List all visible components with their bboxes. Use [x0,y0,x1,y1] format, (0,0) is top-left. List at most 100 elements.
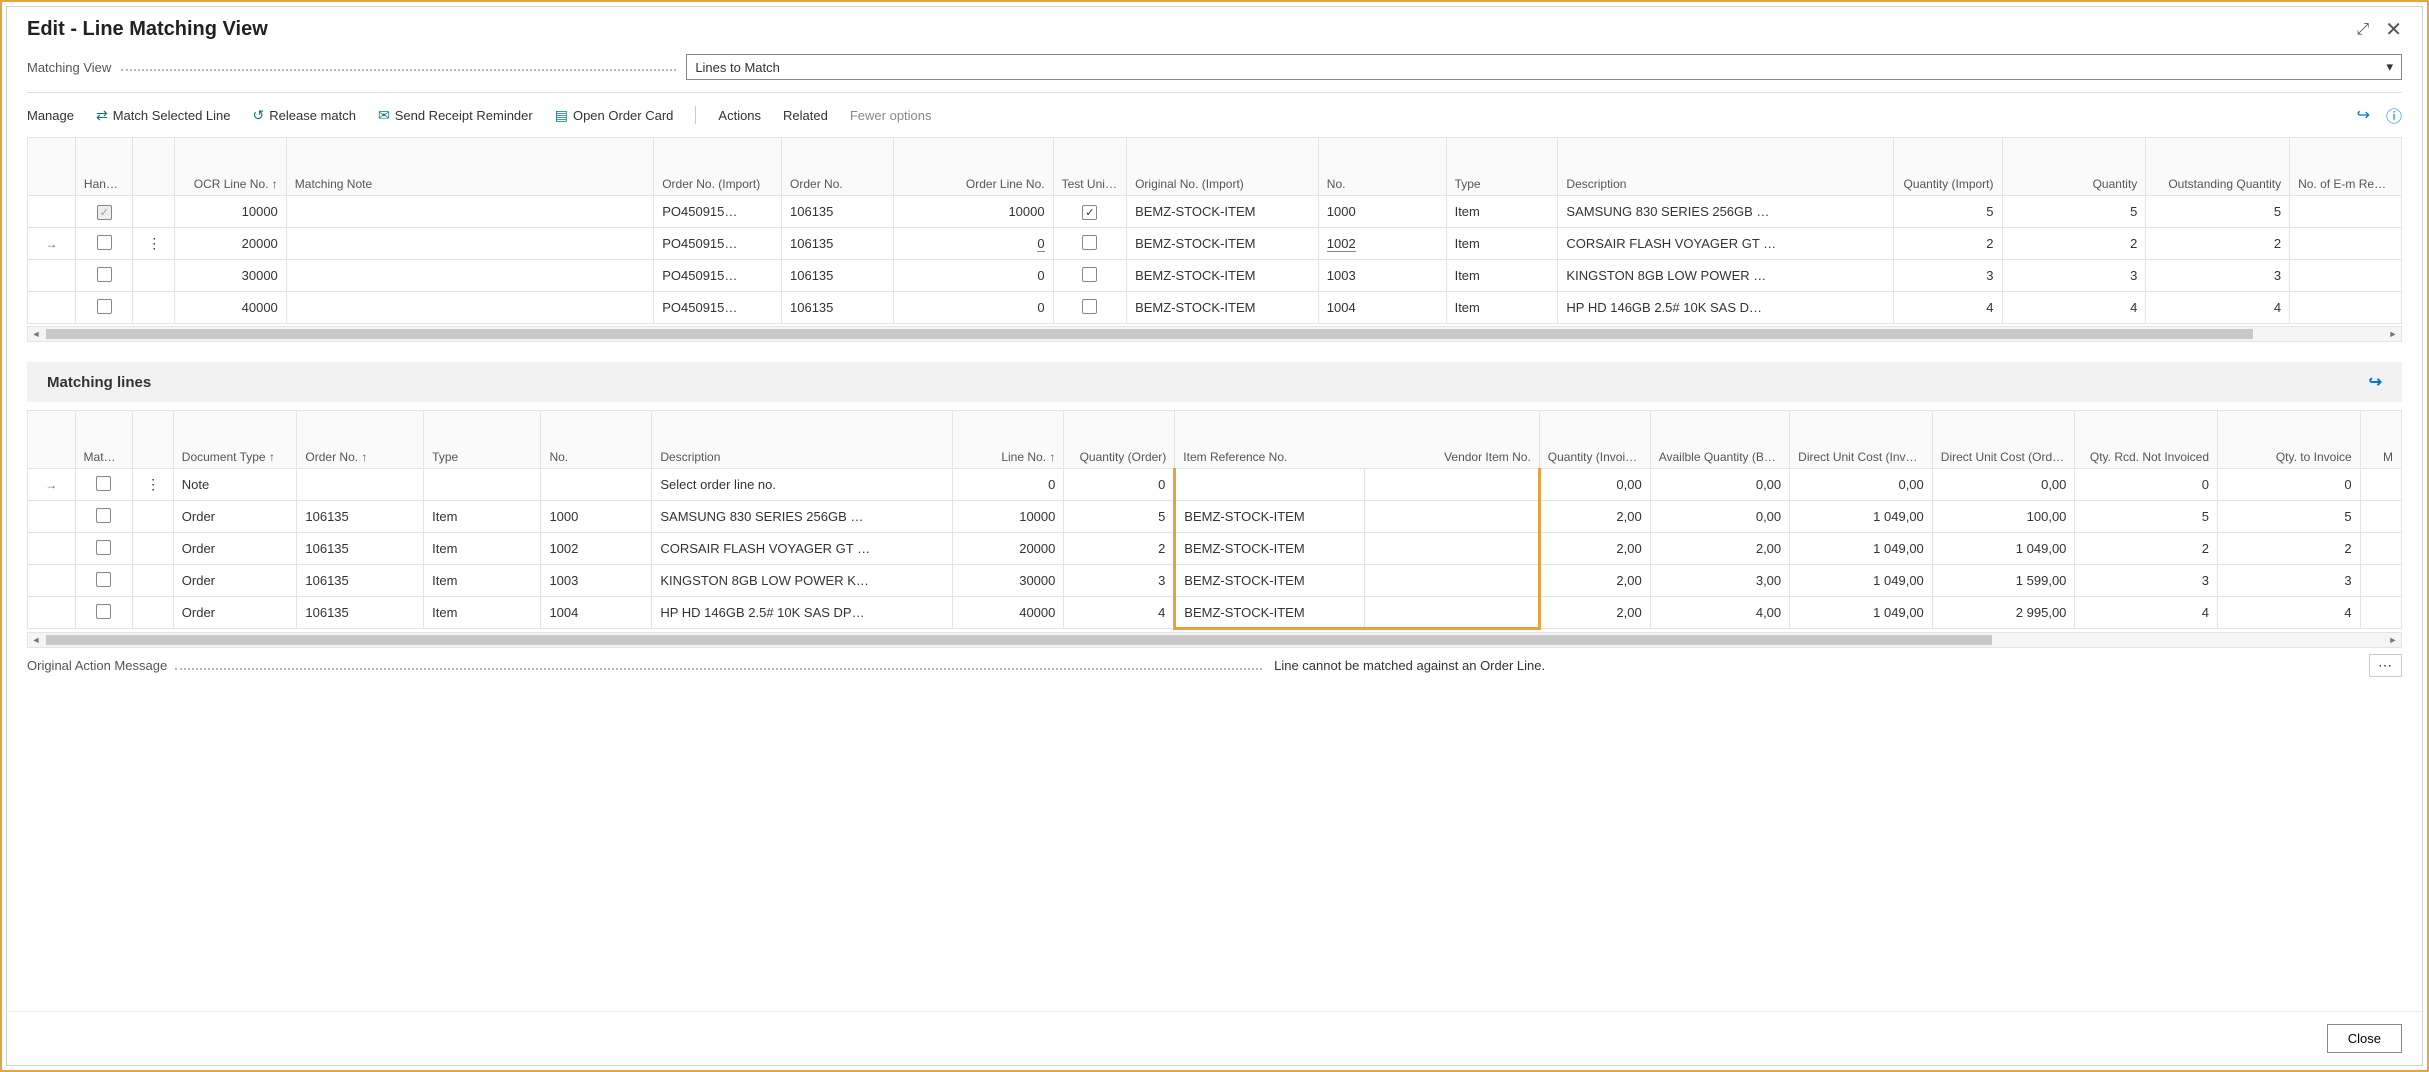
cell-type[interactable]: Item [1446,228,1558,260]
cell-duc-invoice[interactable]: 1 049,00 [1790,597,1933,629]
cell-order-line-no[interactable]: 0 [893,260,1053,292]
cell-type[interactable]: Item [1446,196,1558,228]
cell-description[interactable]: CORSAIR FLASH VOYAGER GT … [1558,228,1893,260]
col2-type[interactable]: Type [424,411,541,469]
cell-order-no-import[interactable]: PO450915… [654,196,782,228]
cell-no[interactable]: 1003 [541,565,652,597]
checkbox-icon[interactable] [1082,267,1097,282]
cell-avail-qty[interactable]: 3,00 [1650,565,1789,597]
col-order-no-import[interactable]: Order No. (Import) [654,138,782,196]
table-row[interactable]: →⋮NoteSelect order line no.000,000,000,0… [28,469,2402,501]
cell-original-no[interactable]: BEMZ-STOCK-ITEM [1127,260,1319,292]
cell-description[interactable]: SAMSUNG 830 SERIES 256GB … [1558,196,1893,228]
checkbox-icon[interactable] [1082,235,1097,250]
cell-no[interactable]: 1000 [1318,196,1446,228]
cell-duc-invoice[interactable]: 0,00 [1790,469,1933,501]
cell-duc-invoice[interactable]: 1 049,00 [1790,565,1933,597]
close-button[interactable]: Close [2327,1024,2402,1053]
cell-qty-rcd[interactable]: 3 [2075,565,2218,597]
cell-order-no-import[interactable]: PO450915… [654,292,782,324]
cell-qty-invoice[interactable]: 2,00 [1539,533,1650,565]
cell-line-no[interactable]: 20000 [953,533,1064,565]
cell-doc-type[interactable]: Note [173,469,297,501]
cell-qty-to-inv[interactable]: 0 [2218,469,2361,501]
cell-outstanding[interactable]: 5 [2146,196,2290,228]
cell-match-line[interactable] [75,469,132,501]
col2-extra[interactable]: M [2360,411,2401,469]
row-menu-button[interactable]: ⋮ [132,469,173,501]
table-row[interactable]: 10000PO450915…10613510000BEMZ-STOCK-ITEM… [28,196,2402,228]
cell-qty-rcd[interactable]: 5 [2075,501,2218,533]
scroll-left-icon[interactable]: ◄ [28,327,44,341]
cell-type[interactable]: Item [424,501,541,533]
cell-qty-to-inv[interactable]: 3 [2218,565,2361,597]
cell-duc-invoice[interactable]: 1 049,00 [1790,533,1933,565]
matching-lines-grid[interactable]: Mat… Line Document Type ↑ Order No. ↑ Ty… [27,410,2402,630]
cell-outstanding[interactable]: 3 [2146,260,2290,292]
cell-reminders[interactable] [2290,196,2402,228]
cell-test-unit-costs[interactable] [1053,196,1126,228]
cell-qty-order[interactable]: 4 [1064,597,1175,629]
cell-qty-rcd[interactable]: 0 [2075,469,2218,501]
cell-no[interactable]: 1004 [541,597,652,629]
col2-match-line[interactable]: Mat… Line [75,411,132,469]
scroll-thumb[interactable] [46,329,2253,339]
cell-order-no[interactable]: 106135 [297,533,424,565]
cell-order-no[interactable] [297,469,424,501]
scroll-right-icon[interactable]: ► [2385,633,2401,647]
cell-matching-note[interactable] [286,292,653,324]
table-row[interactable]: →⋮20000PO450915…1061350BEMZ-STOCK-ITEM10… [28,228,2402,260]
cell-test-unit-costs[interactable] [1053,292,1126,324]
fewer-options-button[interactable]: Fewer options [850,108,932,123]
cell-doc-type[interactable]: Order [173,533,297,565]
cell-no[interactable]: 1004 [1318,292,1446,324]
release-match-button[interactable]: ↺ Release match [253,107,356,124]
col2-doc-type[interactable]: Document Type ↑ [173,411,297,469]
cell-extra[interactable] [2360,501,2401,533]
cell-item-ref[interactable]: BEMZ-STOCK-ITEM [1175,501,1365,533]
col-type[interactable]: Type [1446,138,1558,196]
cell-match-line[interactable] [75,565,132,597]
checkbox-icon[interactable] [1082,205,1097,220]
checkbox-icon[interactable] [97,267,112,282]
cell-extra[interactable] [2360,565,2401,597]
cell-outstanding[interactable]: 2 [2146,228,2290,260]
cell-matching-note[interactable] [286,228,653,260]
cell-avail-qty[interactable]: 0,00 [1650,469,1789,501]
cell-test-unit-costs[interactable] [1053,260,1126,292]
close-icon[interactable]: ✕ [2385,17,2402,42]
checkbox-icon[interactable] [96,572,111,587]
cell-qty-rcd[interactable]: 2 [2075,533,2218,565]
checkbox-icon[interactable] [1082,299,1097,314]
col-outstanding[interactable]: Outstanding Quantity [2146,138,2290,196]
cell-doc-type[interactable]: Order [173,565,297,597]
cell-item-ref[interactable] [1175,469,1365,501]
col-qty-import[interactable]: Quantity (Import) [1893,138,2002,196]
cell-avail-qty[interactable]: 4,00 [1650,597,1789,629]
col2-description[interactable]: Description [652,411,953,469]
cell-original-no[interactable]: BEMZ-STOCK-ITEM [1127,292,1319,324]
cell-qty-invoice[interactable]: 0,00 [1539,469,1650,501]
col-ocr-line[interactable]: OCR Line No. ↑ [174,138,286,196]
cell-duc-order[interactable]: 1 599,00 [1932,565,2075,597]
col-description[interactable]: Description [1558,138,1893,196]
cell-duc-order[interactable]: 2 995,00 [1932,597,2075,629]
cell-no[interactable]: 1002 [1318,228,1446,260]
cell-qty-order[interactable]: 0 [1064,469,1175,501]
cell-qty[interactable]: 4 [2002,292,2146,324]
cell-line-no[interactable]: 0 [953,469,1064,501]
cell-item-ref[interactable]: BEMZ-STOCK-ITEM [1175,533,1365,565]
table-row[interactable]: Order106135Item1003KINGSTON 8GB LOW POWE… [28,565,2402,597]
col2-qty-invoice[interactable]: Quantity (Invoice) [1539,411,1650,469]
cell-qty-import[interactable]: 3 [1893,260,2002,292]
col2-duc-order[interactable]: Direct Unit Cost (Order) [1932,411,2075,469]
cell-qty-to-inv[interactable]: 4 [2218,597,2361,629]
cell-type[interactable]: Item [424,565,541,597]
share-icon[interactable]: ↪ [2369,372,2382,392]
cell-type[interactable] [424,469,541,501]
open-order-card-button[interactable]: ▤ Open Order Card [555,107,674,124]
cell-type[interactable]: Item [424,533,541,565]
cell-duc-order[interactable]: 1 049,00 [1932,533,2075,565]
cell-handled[interactable] [75,228,133,260]
table-row[interactable]: 40000PO450915…1061350BEMZ-STOCK-ITEM1004… [28,292,2402,324]
